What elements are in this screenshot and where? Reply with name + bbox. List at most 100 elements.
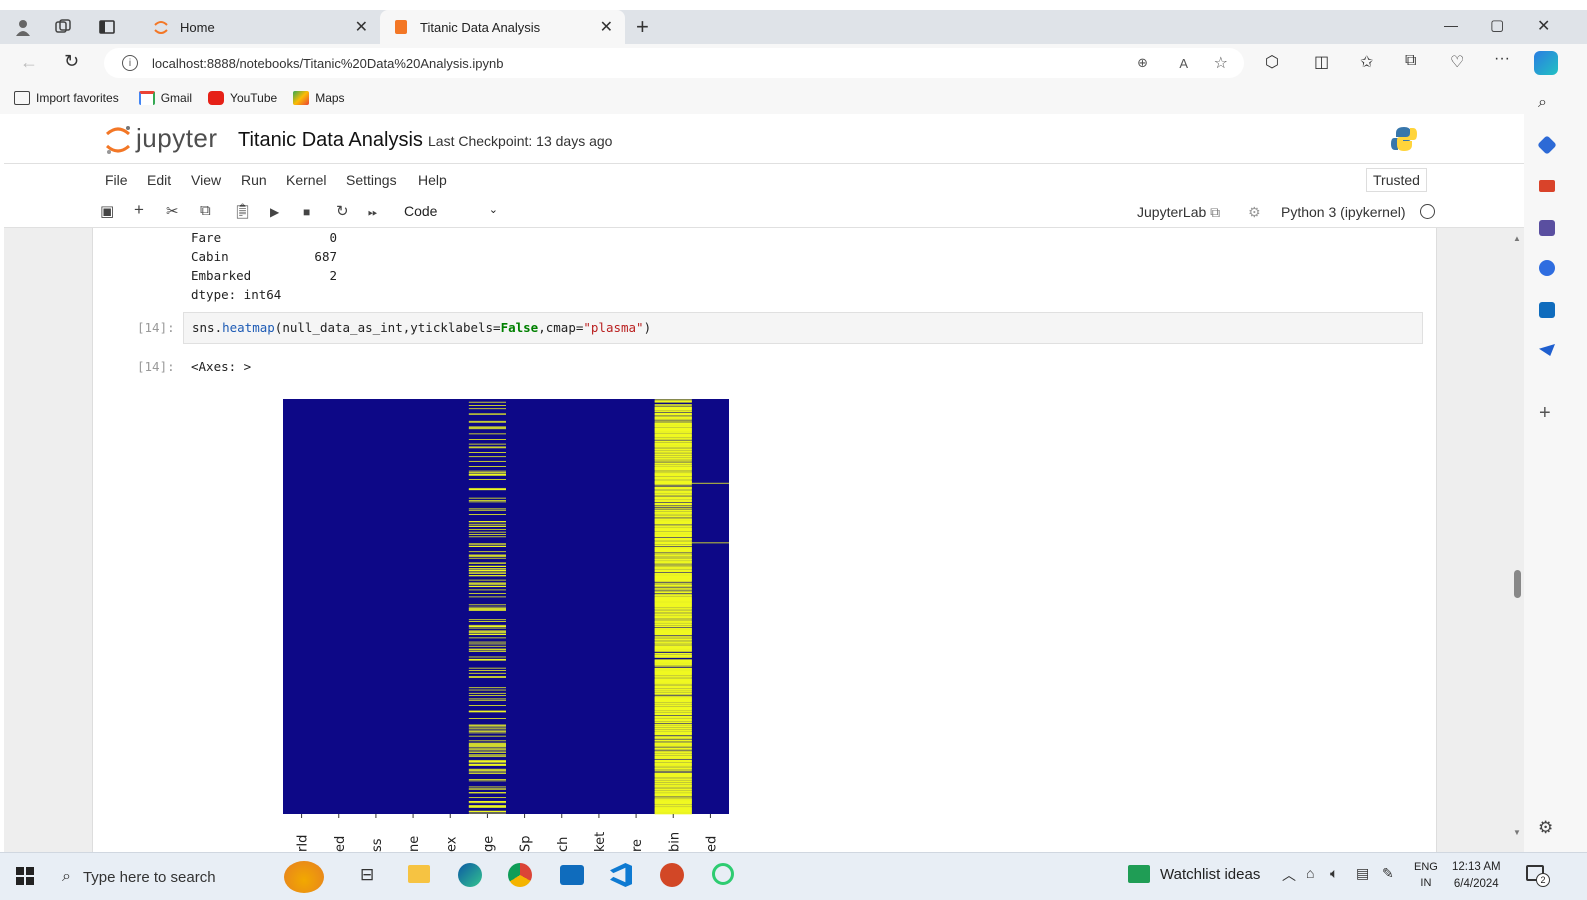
stop-icon[interactable]: ■ — [303, 205, 310, 219]
extensions-icon[interactable]: ⬡ — [1265, 52, 1279, 72]
games-icon[interactable] — [1539, 220, 1555, 236]
heatmap-cell — [654, 401, 692, 403]
kernel-name[interactable]: Python 3 (ipykernel) — [1281, 204, 1406, 220]
heatmap-cell — [468, 521, 506, 523]
workspaces-icon[interactable] — [54, 18, 72, 39]
add-cell-icon[interactable]: + — [134, 200, 144, 220]
heatmap-cell — [468, 705, 506, 706]
scroll-thumb[interactable] — [1514, 570, 1521, 598]
browser-essentials-icon[interactable]: ♡ — [1450, 52, 1464, 72]
more-menu-icon[interactable]: ··· — [1494, 50, 1510, 68]
language-indicator[interactable]: ENG IN — [1414, 859, 1438, 891]
menu-edit[interactable]: Edit — [147, 172, 171, 188]
run-icon[interactable]: ▶ — [270, 205, 279, 219]
back-icon[interactable]: ← — [20, 52, 38, 73]
scroll-down-icon[interactable]: ▼ — [1513, 828, 1521, 837]
sidebar-settings-icon[interactable]: ⚙ — [1538, 818, 1553, 838]
collections-icon[interactable]: ⧉ — [1405, 52, 1416, 70]
search-icon[interactable]: ⌕ — [1538, 94, 1547, 112]
refresh-icon[interactable]: ↻ — [64, 51, 79, 72]
windows-start-icon[interactable] — [16, 867, 34, 888]
heatmap-cell — [654, 469, 692, 471]
clock[interactable]: 12:13 AM 6/4/2024 — [1452, 859, 1501, 893]
bookmark-import[interactable]: Import favorites — [14, 91, 119, 105]
split-screen-icon[interactable]: ◫ — [1314, 52, 1329, 72]
copilot-icon[interactable] — [1534, 51, 1558, 75]
shopping-icon[interactable] — [1537, 135, 1557, 155]
tools-icon[interactable] — [1539, 180, 1555, 192]
vscode-app-icon[interactable] — [610, 863, 632, 887]
heatmap-cell — [654, 479, 692, 481]
read-aloud-icon[interactable]: A — [1179, 56, 1188, 71]
heatmap-cell — [654, 563, 692, 565]
office-icon[interactable] — [1539, 260, 1555, 276]
scroll-up-icon[interactable]: ▲ — [1513, 234, 1521, 243]
watchlist-widget[interactable]: Watchlist ideas — [1128, 865, 1260, 883]
heatmap-cell — [654, 452, 692, 453]
file-explorer-icon[interactable] — [408, 865, 430, 883]
close-window-button[interactable]: ✕ — [1537, 16, 1550, 36]
menu-run[interactable]: Run — [241, 172, 267, 188]
save-icon[interactable]: ▣ — [100, 202, 114, 220]
trusted-badge[interactable]: Trusted — [1366, 168, 1427, 192]
tab-home[interactable]: Home ✕ — [140, 10, 380, 44]
notification-icon[interactable]: 2 — [1526, 865, 1550, 887]
chrome-app-icon[interactable] — [508, 863, 532, 887]
favorites-icon[interactable]: ✩ — [1360, 52, 1373, 72]
weather-widget-icon[interactable] — [284, 861, 324, 893]
jupyterlab-link[interactable]: JupyterLab ⧉ — [1137, 204, 1220, 221]
address-bar[interactable]: i localhost:8888/notebooks/Titanic%20Dat… — [104, 48, 1244, 78]
menu-settings[interactable]: Settings — [346, 172, 397, 188]
new-tab-button[interactable]: + — [636, 14, 649, 40]
edge-app-icon[interactable] — [458, 863, 482, 887]
bookmark-gmail[interactable]: Gmail — [138, 91, 192, 105]
menu-view[interactable]: View — [191, 172, 221, 188]
heatmap-cell — [654, 433, 692, 434]
cut-icon[interactable]: ✂ — [166, 202, 179, 220]
close-tab-icon[interactable]: ✕ — [600, 17, 613, 37]
restart-icon[interactable]: ↻ — [336, 202, 349, 220]
sync-app-icon[interactable] — [712, 863, 734, 885]
restart-run-all-icon[interactable]: ⏩︎ — [368, 205, 378, 220]
telegram-icon[interactable] — [1539, 344, 1555, 356]
display-icon[interactable]: ▤ — [1356, 865, 1369, 882]
menu-file[interactable]: File — [105, 172, 128, 188]
menu-help[interactable]: Help — [418, 172, 447, 188]
zoom-icon[interactable]: ⊕ — [1137, 55, 1148, 71]
mail-app-icon[interactable] — [560, 865, 584, 885]
favorite-star-icon[interactable]: ☆ — [1214, 53, 1228, 73]
network-icon[interactable]: ⌂ — [1306, 865, 1314, 881]
cell-type-select[interactable]: Code ⌄ — [404, 203, 498, 219]
paste-icon[interactable]: 📋︎ — [233, 202, 252, 220]
outlook-icon[interactable] — [1539, 302, 1555, 318]
add-sidebar-icon[interactable]: + — [1539, 402, 1551, 425]
url-text[interactable]: localhost:8888/notebooks/Titanic%20Data%… — [152, 56, 503, 71]
heatmap-cell — [468, 531, 506, 533]
copy-icon[interactable]: ⧉ — [200, 202, 211, 219]
bookmark-maps[interactable]: Maps — [293, 91, 345, 105]
kernel-settings-icon[interactable]: ⚙ — [1248, 204, 1261, 221]
heatmap-cell — [654, 453, 692, 454]
heatmap-cell — [654, 639, 692, 641]
code-cell-editor[interactable]: sns.heatmap(null_data_as_int,yticklabels… — [183, 312, 1423, 344]
restore-button[interactable]: ▢ — [1490, 16, 1504, 34]
heatmap-cell — [468, 443, 506, 445]
notebook-title[interactable]: Titanic Data Analysis — [238, 129, 423, 152]
bookmark-youtube[interactable]: YouTube — [208, 91, 277, 105]
volume-icon[interactable]: 🔈︎ — [1330, 865, 1338, 882]
powerpoint-app-icon[interactable] — [660, 863, 684, 887]
tray-chevron-icon[interactable]: ︿ — [1282, 865, 1296, 885]
site-info-icon[interactable]: i — [122, 55, 138, 71]
task-view-icon[interactable]: ⊟ — [360, 865, 374, 885]
close-tab-icon[interactable]: ✕ — [355, 17, 368, 37]
menu-kernel[interactable]: Kernel — [286, 172, 326, 188]
tab-actions-icon[interactable] — [98, 18, 116, 39]
pen-icon[interactable]: ✎ — [1382, 865, 1394, 882]
tab-titanic[interactable]: Titanic Data Analysis ✕ — [380, 10, 625, 44]
minimize-button[interactable]: — — [1444, 17, 1458, 33]
notebook-scrollbar[interactable]: ▲ ▼ — [1510, 228, 1524, 852]
notebook-toolbar: ▣ + ✂ ⧉ 📋︎ ▶ ■ ↻ ⏩︎ Code ⌄ JupyterLab ⧉ … — [4, 198, 1524, 228]
profile-icon[interactable] — [14, 18, 32, 36]
jupyter-logo-icon[interactable] — [104, 124, 132, 159]
heatmap-cell — [468, 667, 506, 669]
